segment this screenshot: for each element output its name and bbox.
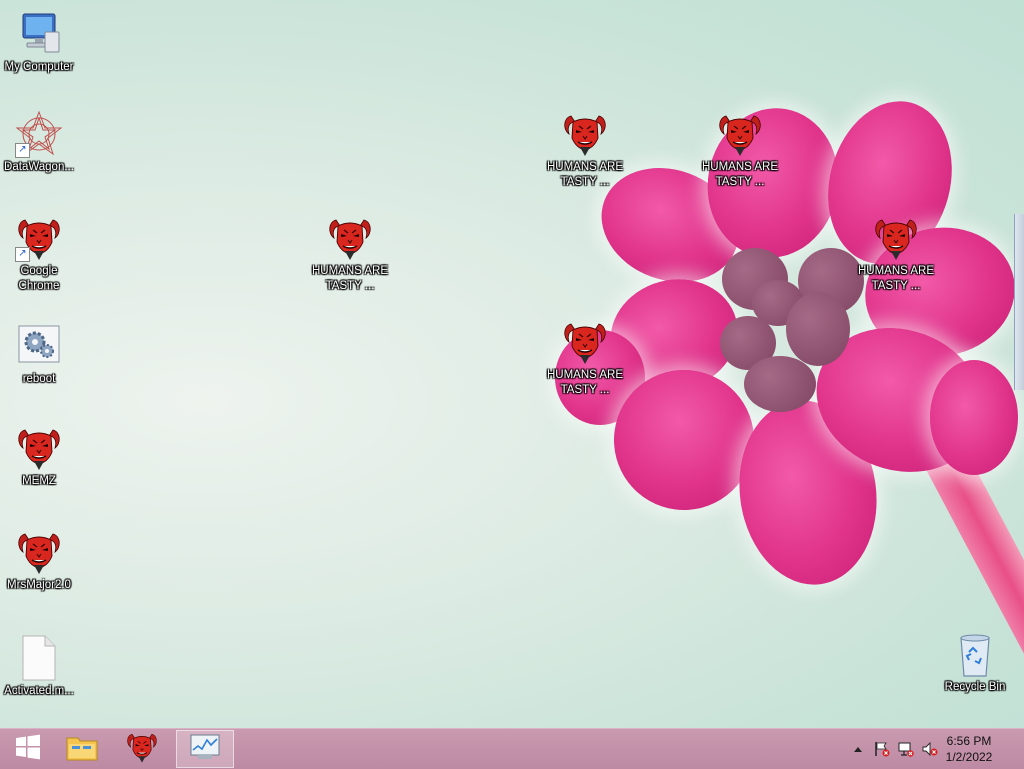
icon-label: My Computer <box>4 61 74 73</box>
icon-label: MrsMajor2.0 <box>7 579 71 591</box>
desktop: My Computer ↗ DataWagon... ↗ Google Chro… <box>0 0 1024 728</box>
icon-label: Recycle Bin <box>944 681 1006 693</box>
windows-start-icon <box>15 734 41 765</box>
task-manager-icon <box>190 734 220 765</box>
demon-icon <box>561 110 609 158</box>
desktop-icon-humans-are-tasty[interactable]: HUMANS ARE TASTY ... <box>546 318 624 398</box>
shortcut-arrow-icon: ↗ <box>15 143 30 158</box>
clock-date: 1/2/2022 <box>945 750 993 764</box>
flag-icon[interactable] <box>873 740 891 758</box>
desktop-icon-my-computer[interactable]: My Computer <box>0 10 78 75</box>
demon-app-icon <box>125 730 159 769</box>
settings-gear-icon <box>15 322 63 370</box>
wallpaper-bud <box>786 292 850 366</box>
demon-icon <box>872 214 920 262</box>
demon-icon <box>15 424 63 472</box>
icon-label: reboot <box>22 373 56 385</box>
demon-icon <box>326 214 374 262</box>
taskbar-task-manager[interactable] <box>176 730 234 768</box>
desktop-icon-recycle-bin[interactable]: Recycle Bin <box>936 630 1014 695</box>
desktop-icon-humans-are-tasty[interactable]: HUMANS ARE TASTY ... <box>701 110 779 190</box>
taskbar: 6:56 PM 1/2/2022 <box>0 728 1024 769</box>
taskbar-clock[interactable]: 6:56 PM 1/2/2022 <box>934 733 1004 765</box>
recycle-bin-icon <box>951 630 999 678</box>
desktop-icon-google-chrome[interactable]: ↗ Google Chrome <box>0 214 78 294</box>
demon-icon <box>561 318 609 366</box>
desktop-icon-memz[interactable]: MEMZ <box>0 424 78 489</box>
document-icon <box>15 634 63 682</box>
network-icon[interactable] <box>897 740 915 758</box>
wallpaper-petal <box>930 360 1018 475</box>
desktop-icon-reboot[interactable]: reboot <box>0 322 78 387</box>
star-pattern-icon: ↗ <box>15 110 63 158</box>
file-explorer-icon <box>66 733 98 766</box>
demon-icon <box>15 528 63 576</box>
icon-label: MEMZ <box>22 475 56 487</box>
desktop-icon-humans-are-tasty[interactable]: HUMANS ARE TASTY ... <box>546 110 624 190</box>
taskbar-file-explorer[interactable] <box>54 730 110 768</box>
icon-label: HUMANS ARE TASTY ... <box>857 265 935 292</box>
desktop-icon-humans-are-tasty[interactable]: HUMANS ARE TASTY ... <box>857 214 935 294</box>
icon-label: Google Chrome <box>18 265 60 292</box>
wallpaper-bud <box>744 356 816 412</box>
desktop-icon-mrsmajor[interactable]: MrsMajor2.0 <box>0 528 78 593</box>
offscreen-window-edge <box>1014 214 1024 390</box>
icon-label: HUMANS ARE TASTY ... <box>546 161 624 188</box>
computer-icon <box>15 10 63 58</box>
demon-icon <box>716 110 764 158</box>
icon-label: DataWagon... <box>4 161 74 173</box>
desktop-icon-activated-file[interactable]: Activated.m... <box>0 634 78 699</box>
icon-label: HUMANS ARE TASTY ... <box>546 369 624 396</box>
desktop-icon-datawagon[interactable]: ↗ DataWagon... <box>0 110 78 175</box>
shortcut-arrow-icon: ↗ <box>15 247 30 262</box>
desktop-icon-humans-are-tasty[interactable]: HUMANS ARE TASTY ... <box>311 214 389 294</box>
icon-label: HUMANS ARE TASTY ... <box>701 161 779 188</box>
taskbar-demon-app[interactable] <box>114 730 170 768</box>
icon-label: HUMANS ARE TASTY ... <box>311 265 389 292</box>
demon-icon: ↗ <box>15 214 63 262</box>
icon-label: Activated.m... <box>4 685 74 697</box>
start-button[interactable] <box>0 730 56 768</box>
chevron-up-icon[interactable] <box>849 740 867 758</box>
clock-time: 6:56 PM <box>946 734 992 748</box>
